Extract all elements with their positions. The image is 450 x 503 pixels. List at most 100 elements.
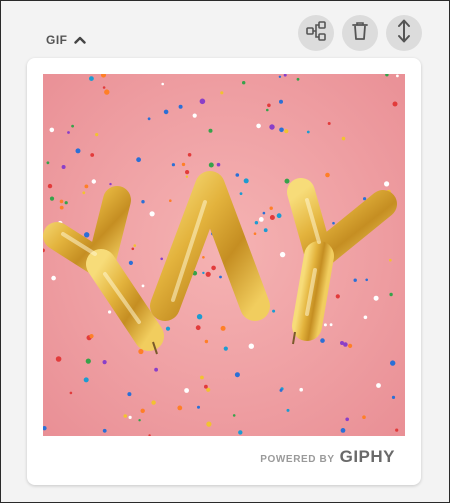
confetti-dot xyxy=(365,278,369,282)
confetti-dot xyxy=(234,372,240,378)
confetti-dot xyxy=(101,74,106,78)
resize-button[interactable] xyxy=(386,15,422,51)
confetti-dot xyxy=(185,175,189,178)
powered-by-label: POWERED BY xyxy=(260,454,335,465)
confetti-dot xyxy=(141,284,145,288)
section-header: GIF xyxy=(1,1,449,61)
confetti-dot xyxy=(200,375,204,380)
confetti-dot xyxy=(133,244,137,247)
confetti-dot xyxy=(232,414,236,417)
share-button[interactable] xyxy=(298,15,334,51)
confetti-dot xyxy=(138,348,144,355)
confetti-dot xyxy=(136,157,141,163)
confetti-dot xyxy=(391,395,396,399)
confetti-dot xyxy=(69,391,73,395)
confetti-dot xyxy=(279,99,283,104)
confetti-dot xyxy=(341,136,346,141)
confetti-dot xyxy=(49,196,55,201)
confetti-dot xyxy=(269,206,273,210)
confetti-dot xyxy=(269,215,275,220)
confetti-dot xyxy=(220,325,226,331)
confetti-dot xyxy=(43,248,45,253)
confetti-dot xyxy=(219,275,222,279)
gif-section-toggle[interactable]: GIF xyxy=(46,31,86,49)
confetti-dot xyxy=(84,184,89,189)
giphy-logo: GIPHY xyxy=(339,447,395,466)
gif-image[interactable] xyxy=(43,74,405,436)
confetti-dot xyxy=(91,179,96,184)
confetti-dot xyxy=(192,113,197,118)
confetti-dot xyxy=(160,257,163,261)
confetti-dot xyxy=(278,75,282,78)
confetti-dot xyxy=(151,400,156,405)
confetti-dot xyxy=(109,182,112,186)
confetti-dot xyxy=(89,334,94,339)
confetti-dot xyxy=(373,295,379,301)
confetti-dot xyxy=(82,191,86,195)
chevron-up-icon xyxy=(73,31,86,49)
gif-card: POWERED BY GIPHY xyxy=(27,58,421,485)
confetti-dot xyxy=(389,292,393,297)
confetti-dot xyxy=(187,153,192,157)
confetti-dot xyxy=(165,326,171,331)
confetti-dot xyxy=(329,323,333,327)
confetti-dot xyxy=(254,221,259,225)
confetti-dot xyxy=(263,228,268,233)
confetti-dot xyxy=(67,131,70,134)
confetti-dot xyxy=(147,117,151,121)
confetti-dot xyxy=(61,165,66,169)
confetti-dot xyxy=(363,197,367,201)
confetti-dot xyxy=(235,173,240,177)
confetti-dot xyxy=(335,294,340,299)
confetti-dot xyxy=(205,271,211,277)
confetti-dot xyxy=(161,82,164,86)
confetti-dot xyxy=(138,419,141,422)
confetti-dot xyxy=(177,405,183,411)
confetti-dot xyxy=(238,430,243,435)
section-title: GIF xyxy=(46,33,68,47)
confetti-dot xyxy=(284,178,290,184)
confetti-dot xyxy=(128,260,133,265)
confetti-dot xyxy=(242,81,246,85)
confetti-dot xyxy=(258,217,264,222)
confetti-dot xyxy=(392,101,398,107)
confetti-dot xyxy=(248,343,254,349)
confetti-dot xyxy=(362,415,366,420)
confetti-dot xyxy=(46,161,50,165)
confetti-dot xyxy=(223,346,228,351)
confetti-dot xyxy=(279,388,283,392)
confetti-dot xyxy=(299,387,304,392)
confetti-dot xyxy=(140,408,145,413)
delete-button[interactable] xyxy=(342,15,378,51)
confetti-dot xyxy=(353,278,357,282)
confetti-dot xyxy=(43,426,47,431)
confetti-dot xyxy=(85,358,91,364)
confetti-dot xyxy=(363,315,368,320)
confetti-dot xyxy=(384,181,390,187)
confetti-dot xyxy=(195,325,201,331)
confetti-dot xyxy=(272,309,276,313)
confetti-dot xyxy=(327,122,331,125)
confetti-dot xyxy=(102,428,107,433)
confetti-dot xyxy=(204,339,209,344)
confetti-dot xyxy=(199,98,206,105)
confetti-dot xyxy=(51,275,56,281)
confetti-dot xyxy=(220,91,224,95)
confetti-dot xyxy=(184,388,190,393)
panel: GIF POWERED BY GIPHY xyxy=(0,0,450,503)
confetti-dot xyxy=(296,77,300,81)
confetti-dot xyxy=(343,342,348,347)
balloon-strings xyxy=(152,331,296,355)
confetti-dot xyxy=(71,124,74,128)
confetti-dot xyxy=(332,221,335,225)
confetti-dot xyxy=(320,338,325,343)
confetti-dot xyxy=(389,258,392,262)
confetti-dot xyxy=(154,367,158,372)
confetti-dot xyxy=(141,200,145,204)
confetti-dot xyxy=(286,408,290,412)
confetti-dot xyxy=(208,128,213,133)
confetti-dot xyxy=(123,414,128,418)
confetti-dot xyxy=(216,162,221,167)
confetti-dot xyxy=(75,148,81,154)
confetti-dot xyxy=(163,109,169,115)
